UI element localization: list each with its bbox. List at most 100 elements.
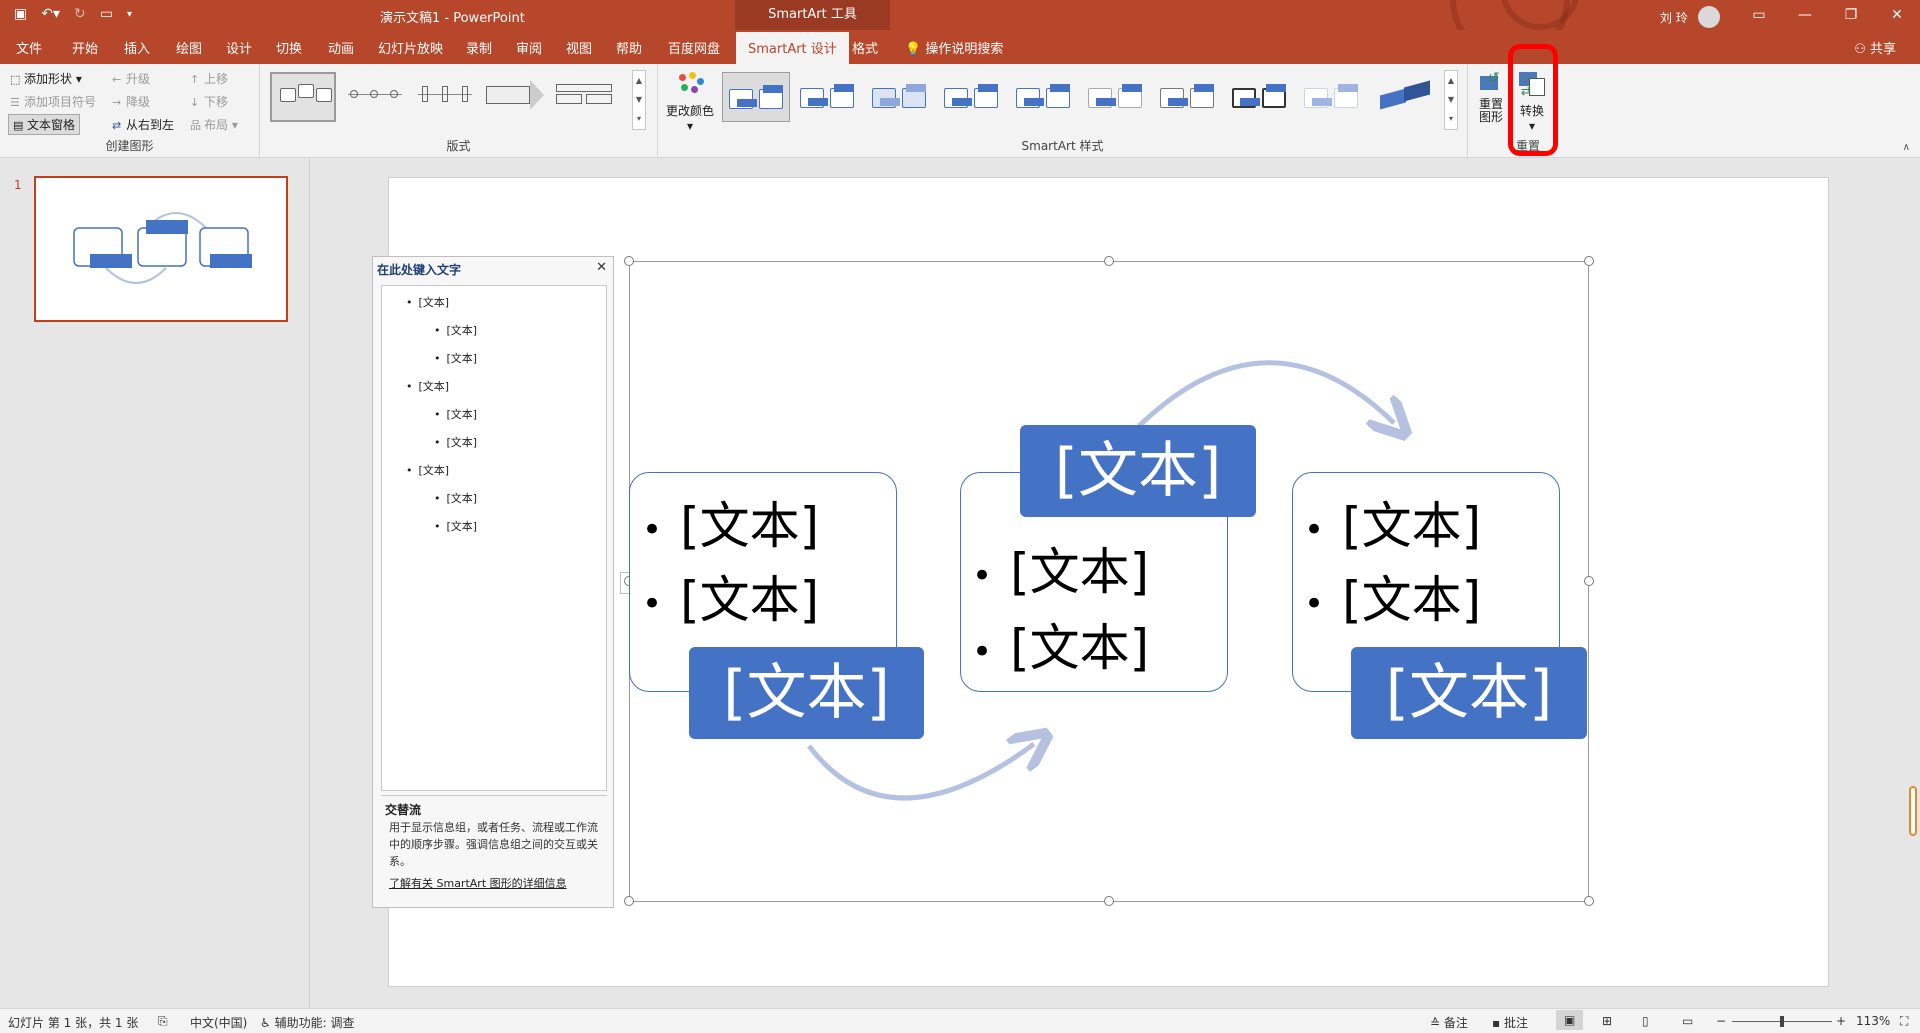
promote-button[interactable]: ← 升级 [112, 70, 150, 87]
smartart-node-1-bullet[interactable]: • [文本] [642, 560, 819, 632]
layouts-gallery-scroll[interactable]: ▲ ▼ ▾ [632, 70, 646, 130]
layout-button[interactable]: 品布局 ▾ [190, 116, 238, 133]
close-icon[interactable]: ✕ [596, 260, 607, 275]
redo-icon[interactable]: ↻ [74, 6, 86, 22]
tab-smartart-design[interactable]: SmartArt 设计 [736, 32, 849, 64]
tell-me-search[interactable]: 💡 操作说明搜索 [905, 38, 1003, 57]
tab-animations[interactable]: 动画 [328, 38, 354, 57]
text-pane-button[interactable]: ▤ 文本窗格 [8, 114, 81, 135]
list-item[interactable]: [文本] [406, 462, 450, 478]
scroll-down-icon[interactable]: ▼ [1448, 95, 1454, 104]
move-down-button[interactable]: ↓ 下移 [190, 93, 228, 110]
scroll-down-icon[interactable]: ▼ [636, 95, 642, 104]
user-account[interactable]: 刘 玲 [1660, 6, 1720, 28]
present-icon[interactable]: ▭ [100, 6, 113, 22]
more-icon[interactable]: ▾ [1449, 114, 1453, 123]
zoom-level[interactable]: 113% [1856, 1014, 1890, 1028]
accessibility-status[interactable]: ♿ 辅助功能: 调查 [260, 1014, 354, 1031]
slide-sorter-icon[interactable]: ⊞ [1602, 1014, 1612, 1028]
ribbon-display-icon[interactable]: ▭ [1736, 0, 1782, 30]
smartart-node-3-bullet[interactable]: • [文本] [1304, 560, 1481, 632]
layout-thumbnail[interactable] [270, 72, 336, 122]
layout-thumbnail[interactable] [342, 72, 408, 122]
learn-more-link[interactable]: 了解有关 SmartArt 图形的详细信息 [389, 875, 567, 891]
styles-gallery-scroll[interactable]: ▲ ▼ ▾ [1444, 70, 1458, 130]
style-thumbnail[interactable] [1298, 72, 1366, 122]
change-colors-button[interactable]: 更改颜色 ▾ [664, 70, 716, 133]
smartart-node-2-bullet[interactable]: • [文本] [972, 532, 1149, 604]
style-thumbnail[interactable] [1010, 72, 1078, 122]
notes-button[interactable]: ≙ 备注 [1430, 1014, 1468, 1031]
scroll-up-icon[interactable]: ▲ [636, 76, 642, 85]
reading-view-icon[interactable]: ▯ [1642, 1014, 1649, 1028]
more-icon[interactable]: ▾ [637, 114, 641, 123]
normal-view-icon[interactable]: ▣ [1556, 1010, 1584, 1030]
layout-thumbnail[interactable] [412, 72, 478, 122]
minimize-icon[interactable]: — [1782, 0, 1828, 30]
language-indicator[interactable]: 中文(中国) [190, 1014, 247, 1031]
fit-slide-icon[interactable]: ⛶ [1900, 1014, 1908, 1029]
tab-home[interactable]: 开始 [72, 38, 98, 57]
move-up-button[interactable]: ↑ 上移 [190, 70, 228, 87]
zoom-slider-handle[interactable] [1780, 1016, 1784, 1027]
undo-icon[interactable]: ↶▾ [41, 6, 60, 22]
style-thumbnail[interactable] [938, 72, 1006, 122]
restore-icon[interactable]: ❐ [1828, 0, 1874, 30]
org-chart-icon: 品 [190, 119, 201, 132]
list-item[interactable]: [文本] [434, 490, 478, 506]
text-pane-list[interactable]: [文本] [文本] [文本] [文本] [文本] [文本] [文本] [文本] … [381, 285, 607, 791]
tab-review[interactable]: 审阅 [516, 38, 542, 57]
vertical-scrollbar[interactable] [1909, 786, 1917, 836]
tab-help[interactable]: 帮助 [616, 38, 642, 57]
tab-design[interactable]: 设计 [226, 38, 252, 57]
style-thumbnail[interactable] [1226, 72, 1294, 122]
comments-button[interactable]: ▪ 批注 [1492, 1014, 1528, 1031]
style-thumbnail[interactable] [1082, 72, 1150, 122]
layout-thumbnail[interactable] [482, 72, 548, 122]
tab-insert[interactable]: 插入 [124, 38, 150, 57]
reset-graphic-button[interactable]: ↺ 重置图形 [1476, 70, 1506, 124]
style-thumbnail[interactable] [1154, 72, 1222, 122]
add-shape-button[interactable]: ⬚ 添加形状 ▾ [10, 70, 82, 87]
tab-file[interactable]: 文件 [16, 38, 42, 57]
style-thumbnail[interactable] [866, 72, 934, 122]
right-to-left-button[interactable]: ⇄ 从右到左 [112, 116, 174, 133]
list-item[interactable]: [文本] [406, 294, 450, 310]
smartart-node-3-title[interactable]: [文本] [1351, 647, 1587, 739]
zoom-out-icon[interactable]: − [1716, 1014, 1726, 1028]
share-button[interactable]: ⚇ 共享 [1854, 38, 1896, 57]
scroll-up-icon[interactable]: ▲ [1448, 76, 1454, 85]
slideshow-icon[interactable]: ▭ [1682, 1014, 1693, 1028]
close-icon[interactable]: ✕ [1874, 0, 1920, 30]
zoom-in-icon[interactable]: + [1836, 1014, 1846, 1028]
customize-qat-icon[interactable]: ▾ [127, 9, 132, 20]
tab-format[interactable]: 格式 [852, 38, 878, 57]
tab-baidu-netdisk[interactable]: 百度网盘 [668, 38, 720, 57]
smartart-node-1-title[interactable]: [文本] [689, 647, 924, 739]
list-item[interactable]: [文本] [434, 322, 478, 338]
list-item[interactable]: [文本] [434, 350, 478, 366]
smartart-node-1-bullet[interactable]: • [文本] [642, 486, 819, 558]
smartart-node-3-bullet[interactable]: • [文本] [1304, 486, 1481, 558]
list-item[interactable]: [文本] [434, 518, 478, 534]
tab-transitions[interactable]: 切换 [276, 38, 302, 57]
tab-draw[interactable]: 绘图 [176, 38, 202, 57]
smartart-node-2-bullet[interactable]: • [文本] [972, 608, 1149, 680]
save-icon[interactable]: ▣ [14, 6, 27, 22]
slide-thumbnail[interactable] [34, 176, 288, 322]
tab-record[interactable]: 录制 [466, 38, 492, 57]
add-bullet-button[interactable]: ☰ 添加项目符号 [10, 93, 96, 110]
style-thumbnail[interactable] [722, 72, 790, 122]
demote-button[interactable]: → 降级 [112, 93, 150, 110]
list-item[interactable]: [文本] [434, 434, 478, 450]
tab-slideshow[interactable]: 幻灯片放映 [378, 38, 443, 57]
smartart-node-2-title[interactable]: [文本] [1020, 425, 1256, 517]
layout-thumbnail[interactable] [552, 72, 618, 122]
style-thumbnail[interactable] [794, 72, 862, 122]
collapse-ribbon-icon[interactable]: ∧ [1903, 142, 1910, 153]
list-item[interactable]: [文本] [434, 406, 478, 422]
style-thumbnail[interactable] [1374, 72, 1442, 122]
spellcheck-icon[interactable]: ⎘ [158, 1014, 168, 1029]
tab-view[interactable]: 视图 [566, 38, 592, 57]
list-item[interactable]: [文本] [406, 378, 450, 394]
